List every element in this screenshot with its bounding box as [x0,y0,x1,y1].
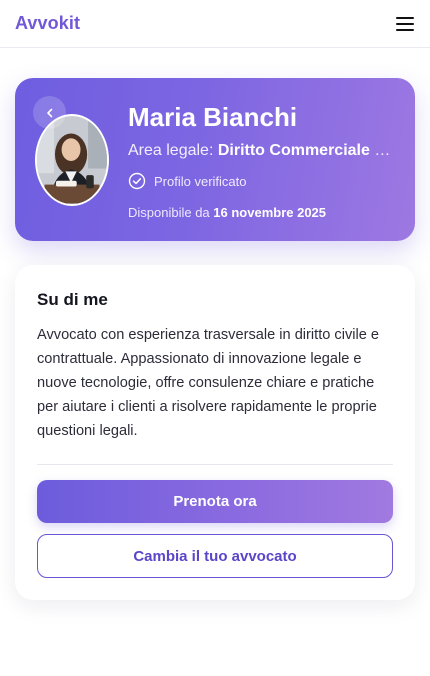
menu-line [396,28,414,31]
check-circle-icon [128,172,146,190]
book-now-button[interactable]: Prenota ora [37,480,393,523]
chevron-left-icon [46,108,52,117]
divider [37,464,393,465]
practice-area: Area legale: Diritto Commerciale e Socie… [128,142,398,160]
hamburger-menu-icon[interactable] [396,16,414,31]
availability-date: 16 novembre 2025 [213,205,327,220]
change-lawyer-button[interactable]: Cambia il tuo avvocato [37,534,393,578]
about-card: Su di me Avvocato con esperienza trasver… [15,265,415,600]
top-nav-bar: Avvokit [0,0,430,48]
availability: Disponibile da 16 novembre 2025 [128,205,326,220]
verified-text: Profilo verificato [154,173,247,189]
lawyer-profile-header: Maria Bianchi Area legale: Diritto Comme… [15,78,415,241]
practice-area-value: Diritto Commerciale e Societario [217,142,398,159]
menu-line [396,16,414,19]
avatar-photo [37,116,107,204]
back-button[interactable] [33,96,66,129]
practice-area-label: Area legale: [128,142,218,159]
brand-logo[interactable]: Avvokit [15,13,80,34]
availability-prefix: Disponibile da [128,205,214,220]
menu-line [396,22,414,25]
about-title: Su di me [37,290,108,309]
lawyer-name: Maria Bianchi [128,102,298,132]
verified-badge: Profilo verificato [128,172,246,190]
about-text: Avvocato con esperienza trasversale in d… [37,327,380,439]
